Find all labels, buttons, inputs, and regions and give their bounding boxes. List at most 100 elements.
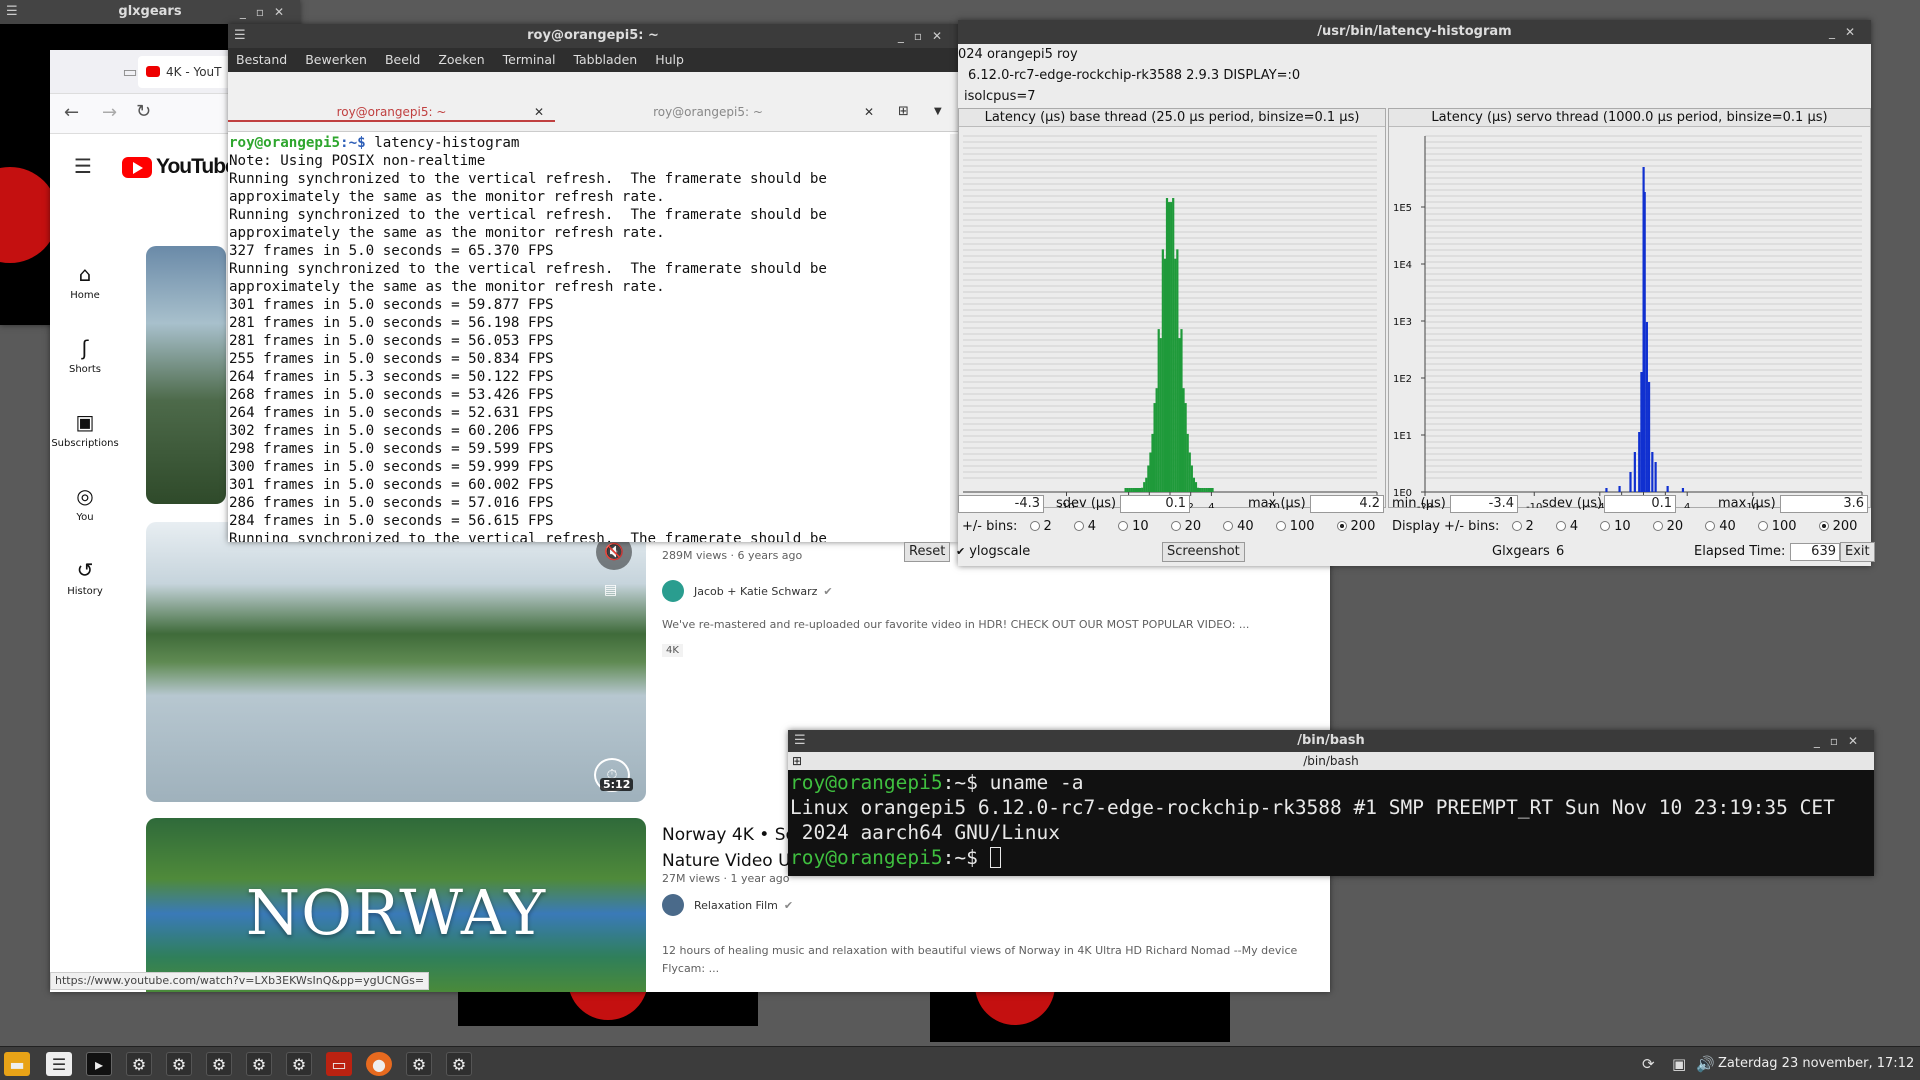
sidebar-item-home[interactable]: ⌂ Home (50, 262, 120, 301)
text-editor-icon[interactable]: ☰ (46, 1052, 72, 1076)
window-controls[interactable]: _▫✕ (240, 0, 294, 24)
bins-radio-20[interactable] (1170, 521, 1181, 531)
window-controls[interactable]: _▫✕ (898, 24, 952, 48)
terminal-tab-active[interactable]: roy@orangepi5: ~ (228, 102, 555, 122)
glxgears-task-icon[interactable]: ⚙ (206, 1052, 232, 1076)
bins-radio-2[interactable] (1029, 521, 1040, 531)
glxgears-task-icon[interactable]: ⚙ (166, 1052, 192, 1076)
glxgears-task-icon[interactable]: ⚙ (286, 1052, 312, 1076)
bins-option-label: 2 (1525, 519, 1534, 534)
bins-radio-10[interactable] (1600, 521, 1611, 531)
channel-name[interactable]: Jacob + Katie Schwarz (694, 585, 817, 598)
terminal-scrollbar[interactable] (950, 134, 958, 542)
channel-avatar[interactable] (662, 580, 684, 602)
histogram-bar (1130, 488, 1133, 492)
bins-radio-100[interactable] (1757, 521, 1768, 531)
terminal-icon[interactable]: ▸ (86, 1052, 112, 1076)
bins-radio-200[interactable] (1818, 521, 1829, 531)
reload-icon[interactable]: ↻ (136, 101, 151, 122)
histogram-bar (1205, 488, 1208, 492)
ylogscale-checkbox[interactable]: ✔ ylogscale (956, 543, 1030, 561)
menu-item-tabbladen[interactable]: Tabbladen (573, 52, 637, 67)
bins-radio-200[interactable] (1336, 521, 1347, 531)
bins-radio-100[interactable] (1275, 521, 1286, 531)
histogram-bar (1141, 487, 1144, 492)
video-description: We've re-mastered and re-uploaded our fa… (662, 618, 1250, 631)
histogram-title: /usr/bin/latency-histogram (1317, 24, 1512, 39)
bash-output[interactable]: roy@orangepi5:~$ uname -a Linux orangepi… (790, 770, 1870, 870)
youtube-logo[interactable]: YouTube (122, 154, 237, 180)
close-tab-icon[interactable]: ✕ (534, 102, 544, 122)
bins-radio-40[interactable] (1705, 521, 1716, 531)
channel-avatar[interactable] (662, 894, 684, 916)
back-icon[interactable]: ← (64, 102, 79, 123)
video-thumbnail[interactable]: 🔇 ▤ ⏱ 5:12 (146, 522, 646, 802)
window-menu-icon[interactable]: ☰ (234, 24, 246, 48)
glxgears-task-icon[interactable]: ⚙ (126, 1052, 152, 1076)
close-tab-icon[interactable]: ✕ (864, 102, 874, 122)
menu-item-terminal[interactable]: Terminal (503, 52, 556, 67)
bins-option-label: 200 (1350, 519, 1376, 534)
latency-histogram-task-icon[interactable]: ▭ (326, 1052, 352, 1076)
video-title[interactable]: Norway 4K • Sc Nature Video U (662, 822, 795, 874)
bins-radio-20[interactable] (1652, 521, 1663, 531)
sidebar-item-shorts[interactable]: ʃ Shorts (50, 336, 120, 375)
video-thumbnail[interactable] (146, 246, 226, 504)
glxgears-task-icon[interactable]: ⚙ (246, 1052, 272, 1076)
video-channel[interactable]: Jacob + Katie Schwarz ✔ (662, 580, 833, 602)
bins-radio-4[interactable] (1073, 521, 1084, 531)
sidebar-item-you[interactable]: ◎ You (50, 484, 120, 523)
clock[interactable]: Zaterdag 23 november, 17:12 (1718, 1056, 1914, 1071)
window-controls[interactable]: _▫✕ (1814, 730, 1868, 754)
menu-item-bestand[interactable]: Bestand (236, 52, 287, 67)
file-manager-icon[interactable]: ▬ (4, 1052, 30, 1076)
glxgears-titlebar[interactable]: ☰ glxgears _▫✕ (0, 0, 300, 24)
volume-icon[interactable]: 🔊 (1696, 1055, 1715, 1073)
firefox-icon[interactable]: ● (366, 1052, 392, 1076)
menu-item-zoeken[interactable]: Zoeken (438, 52, 484, 67)
add-queue-icon[interactable]: ▤ (604, 582, 617, 598)
menu-item-bewerken[interactable]: Bewerken (305, 52, 367, 67)
new-tab-icon[interactable]: ⊞ (898, 102, 909, 122)
channel-name[interactable]: Relaxation Film (694, 899, 778, 912)
browser-tab[interactable]: 4K - YouT (138, 56, 234, 88)
update-icon[interactable]: ⟳ (1642, 1055, 1655, 1073)
hamburger-menu-icon[interactable]: ☰ (74, 154, 92, 178)
menu-item-beeld[interactable]: Beeld (385, 52, 420, 67)
window-menu-icon[interactable]: ☰ (794, 730, 806, 752)
base-bins-selector[interactable]: +/- bins: 2 4 10 20 40 100 200 (962, 518, 1389, 536)
sidebar-item-history[interactable]: ↺ History (50, 558, 120, 597)
new-tab-icon[interactable]: ⊞ (792, 752, 802, 770)
bins-radio-4[interactable] (1555, 521, 1566, 531)
window-controls[interactable]: _✕ (1829, 20, 1865, 44)
servo-bins-selector[interactable]: Display +/- bins: 2 4 10 20 40 100 200 (1392, 518, 1871, 536)
bash-titlebar[interactable]: ☰ /bin/bash _▫✕ (788, 730, 1874, 752)
histogram-bar (1605, 488, 1608, 492)
glxgears-task-icon[interactable]: ⚙ (446, 1052, 472, 1076)
forward-icon[interactable]: → (102, 102, 117, 123)
terminal-output-line: 327 frames in 5.0 seconds = 65.370 FPS (229, 243, 554, 259)
exit-button[interactable]: Exit (1840, 542, 1875, 562)
window-menu-icon[interactable]: ☰ (6, 0, 18, 24)
video-channel[interactable]: Relaxation Film ✔ (662, 894, 793, 916)
bins-radio-10[interactable] (1118, 521, 1129, 531)
terminal-menubar: Bestand Bewerken Beeld Zoeken Terminal Tabbla… (228, 48, 958, 72)
terminal-titlebar[interactable]: ☰ roy@orangepi5: ~ _▫✕ (228, 24, 958, 48)
display-icon[interactable]: ▣ (1672, 1055, 1686, 1073)
bash-tab-label[interactable]: /bin/bash (1303, 754, 1358, 768)
bins-radio-40[interactable] (1223, 521, 1234, 531)
screenshot-button[interactable]: Screenshot (1162, 542, 1245, 562)
histogram-bar (1618, 486, 1621, 492)
terminal-tab[interactable]: roy@orangepi5: ~ (558, 102, 858, 122)
bins-option-label: 100 (1289, 519, 1315, 534)
glxgears-task-icon[interactable]: ⚙ (406, 1052, 432, 1076)
histogram-titlebar[interactable]: /usr/bin/latency-histogram _✕ (958, 20, 1871, 44)
video-thumbnail[interactable]: NORWAY (146, 818, 646, 992)
bins-radio-2[interactable] (1511, 521, 1522, 531)
menu-item-hulp[interactable]: Hulp (655, 52, 684, 67)
terminal-output[interactable]: roy@orangepi5:~$ latency-histogram Note:… (228, 134, 958, 542)
bash-window: ☰ /bin/bash _▫✕ ⊞ /bin/bash roy@orangepi… (788, 730, 1874, 876)
tab-list-icon[interactable]: ▼ (934, 102, 942, 122)
sidebar-item-subscriptions[interactable]: ▣ Subscriptions (50, 410, 120, 449)
reset-button[interactable]: Reset (904, 542, 951, 562)
